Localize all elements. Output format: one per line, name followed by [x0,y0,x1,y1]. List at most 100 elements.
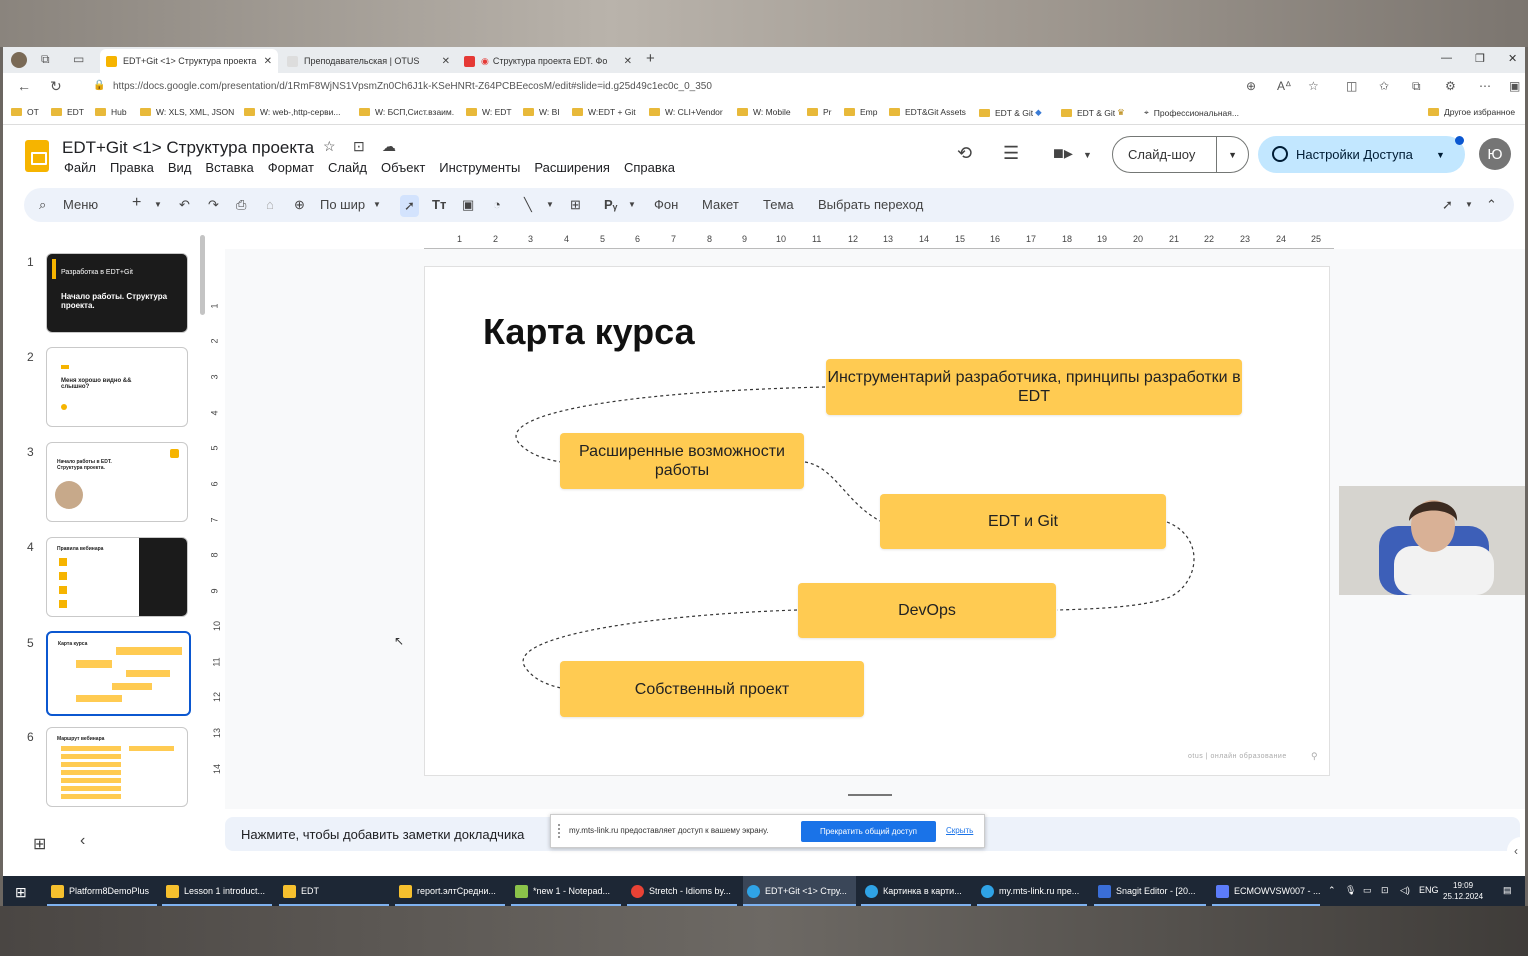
zoom-icon[interactable]: ⊕ [1246,79,1256,93]
profile-avatar[interactable] [11,52,27,68]
tab-project-structure[interactable]: ◉ Структура проекта EDT. Фо ✕ [458,49,638,73]
background-button[interactable]: Фон [654,197,678,212]
slide-canvas[interactable]: Карта курса Инструментарий разработчика,… [424,266,1330,776]
slide-thumbnail-6[interactable]: Маршрут вебинара [46,727,188,807]
tab-actions-icon[interactable]: ▭ [73,52,84,66]
avatar[interactable]: Ю [1479,138,1511,170]
new-tab-icon[interactable]: + [646,50,655,67]
chevron-down-icon[interactable]: ▼ [1436,150,1445,160]
bookmark-other[interactable]: Другое избранное [1428,107,1515,117]
microphone-icon[interactable]: 🎙 [1345,885,1356,896]
bookmark-folder[interactable]: Pr [807,107,832,117]
bookmark-folder[interactable]: W: BI [523,107,560,117]
taskbar-item[interactable]: Картинка в карти... [861,876,971,906]
slides-logo[interactable] [25,140,49,172]
more-menu-icon[interactable]: ⋯ [1479,79,1491,93]
filmstrip-scrollbar[interactable] [200,235,205,315]
bookmark-link[interactable]: ⌖ Профессиональная... [1144,107,1239,118]
document-title[interactable]: EDT+Git <1> Структура проекта [62,138,314,158]
language-indicator[interactable]: ENG [1419,885,1439,895]
chevron-down-icon[interactable]: ▼ [1083,150,1092,160]
chevron-down-icon[interactable]: ▼ [546,200,554,209]
node-own-project[interactable]: Собственный проект [560,661,864,717]
minimize-icon[interactable]: — [1441,52,1452,64]
chevron-down-icon[interactable]: ▼ [1216,137,1248,172]
favorites-icon[interactable]: ✩ [1379,79,1389,93]
menu-edit[interactable]: Правка [110,160,154,175]
favorite-star-icon[interactable]: ☆ [1308,79,1319,93]
chevron-down-icon[interactable]: ▼ [154,200,162,209]
paint-format-icon[interactable]: ⌂ [266,197,274,212]
collections-icon[interactable]: ⧉ [1412,79,1421,94]
menu-slide[interactable]: Слайд [328,160,367,175]
stop-sharing-button[interactable]: Прекратить общий доступ [801,821,936,842]
bookmark-folder[interactable]: EDT & Git ◆ [979,107,1042,118]
battery-icon[interactable]: ▭ [1363,885,1372,896]
taskbar-item[interactable]: ECMOWVSW007 - ... [1212,876,1320,906]
drag-handle-icon[interactable] [558,824,560,838]
taskbar-item[interactable]: *new 1 - Notepad... [511,876,621,906]
slide-thumbnail-1[interactable]: Разработка в EDT+Git Начало работы. Стру… [46,253,188,333]
slide-title[interactable]: Карта курса [483,311,695,353]
menu-insert[interactable]: Вставка [205,160,253,175]
comment-add-icon[interactable]: ⊞ [570,197,581,213]
taskbar-item[interactable]: Snagit Editor - [20... [1094,876,1206,906]
undo-icon[interactable]: ↶ [179,197,190,213]
select-cursor-icon[interactable]: ➚ [400,195,419,217]
bookmark-folder[interactable]: W: XLS, XML, JSON [140,107,234,117]
bookmark-folder[interactable]: OT [11,107,39,117]
sidebar-icon[interactable]: ▣ [1509,79,1520,93]
taskbar-item[interactable]: Platform8DemoPlus [47,876,157,906]
menu-tools[interactable]: Инструменты [439,160,520,175]
menu-file[interactable]: Файл [64,160,96,175]
bookmark-folder[interactable]: EDT&Git Assets [889,107,966,117]
zoom-select[interactable]: По шир [320,197,365,212]
tab-otus[interactable]: Преподавательская | OTUS ✕ [281,49,456,73]
bookmark-folder[interactable]: W: CLI+Vendor [649,107,723,117]
comments-icon[interactable]: ☰ [1003,143,1019,164]
collapse-filmstrip-icon[interactable]: ‹ [80,832,85,850]
close-tab-icon[interactable]: ✕ [436,56,450,67]
taskbar-item[interactable]: report.элтСредни... [395,876,505,906]
menu-format[interactable]: Формат [268,160,314,175]
chevron-down-icon[interactable]: ▼ [1465,200,1473,209]
image-icon[interactable]: ▣ [462,197,474,213]
video-call-icon[interactable]: ■▸ [1053,143,1073,164]
new-slide-icon[interactable]: + [132,194,141,212]
star-icon[interactable]: ☆ [323,138,336,155]
collapse-toolbar-icon[interactable]: ⌃ [1486,197,1497,213]
bookmark-folder[interactable]: W: EDT [466,107,512,117]
transition-button[interactable]: Выбрать переход [818,197,923,212]
taskbar-item[interactable]: Stretch - Idioms by... [627,876,737,906]
hide-link[interactable]: Скрыть [946,826,973,835]
slide-thumbnail-2[interactable]: Меня хорошо видно && слышно? [46,347,188,427]
bookmark-folder[interactable]: W:EDT + Git [572,107,636,117]
taskbar-item[interactable]: my.mts-link.ru пре... [977,876,1087,906]
taskbar-item-active[interactable]: EDT+Git <1> Стру... [743,876,856,906]
zoom-icon[interactable]: ⊕ [294,197,305,213]
node-edt-git[interactable]: EDT и Git [880,494,1166,549]
notifications-icon[interactable]: ▤ [1503,885,1512,896]
chevron-down-icon[interactable]: ▼ [628,200,636,209]
layout-button[interactable]: Макет [702,197,739,212]
network-icon[interactable]: ⊡ [1381,885,1389,896]
menu-extensions[interactable]: Расширения [534,160,610,175]
chevron-down-icon[interactable]: ▼ [373,200,381,209]
refresh-icon[interactable]: ↻ [50,78,62,95]
close-tab-icon[interactable]: ✕ [618,56,632,67]
close-window-icon[interactable]: ✕ [1508,52,1517,65]
move-folder-icon[interactable]: ⊡ [353,138,365,155]
search-icon[interactable]: ⌕ [39,197,46,213]
node-advanced-features[interactable]: Расширенные возможности работы [560,433,804,489]
slide-thumbnail-5[interactable]: Карта курса [46,631,191,716]
close-tab-icon[interactable]: ✕ [258,56,272,67]
bookmark-folder[interactable]: EDT & Git ♛ [1061,107,1125,118]
bookmark-folder[interactable]: Emp [844,107,877,117]
windows-start-icon[interactable]: ⊞ [15,884,27,901]
node-devops[interactable]: DevOps [798,583,1056,638]
back-icon[interactable]: ← [17,78,31,94]
read-aloud-icon[interactable]: Aᐞ [1277,79,1292,93]
tab-slides[interactable]: EDT+Git <1> Структура проекта ✕ [100,49,278,73]
bookmark-folder[interactable]: Hub [95,107,127,117]
line-icon[interactable]: ╲ [524,197,532,213]
